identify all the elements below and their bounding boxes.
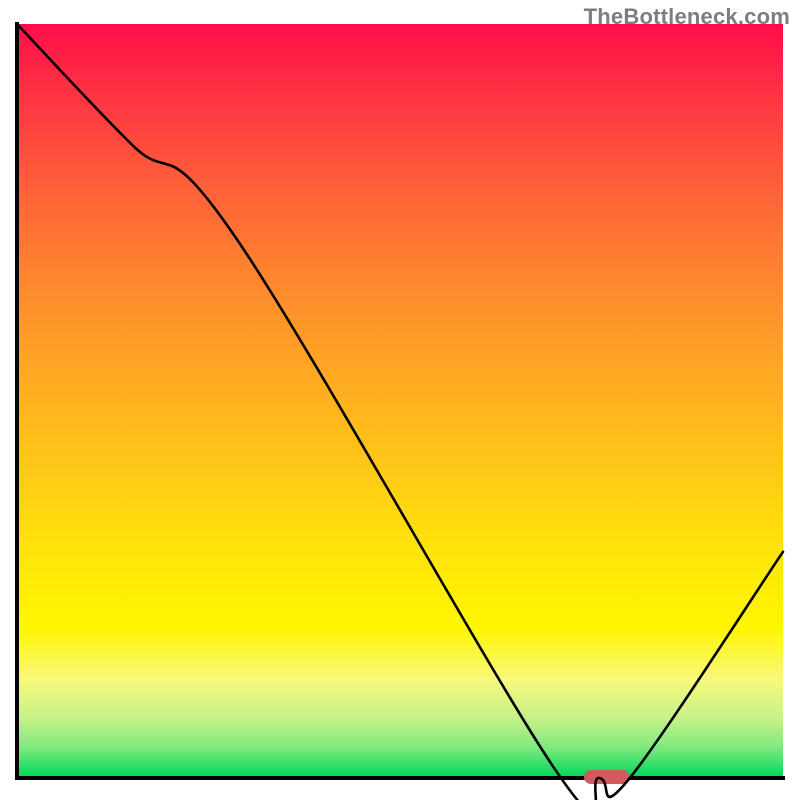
chart-stage: TheBottleneck.com [0, 0, 800, 800]
optimal-marker [584, 770, 630, 784]
plot-gradient-background [17, 24, 783, 778]
